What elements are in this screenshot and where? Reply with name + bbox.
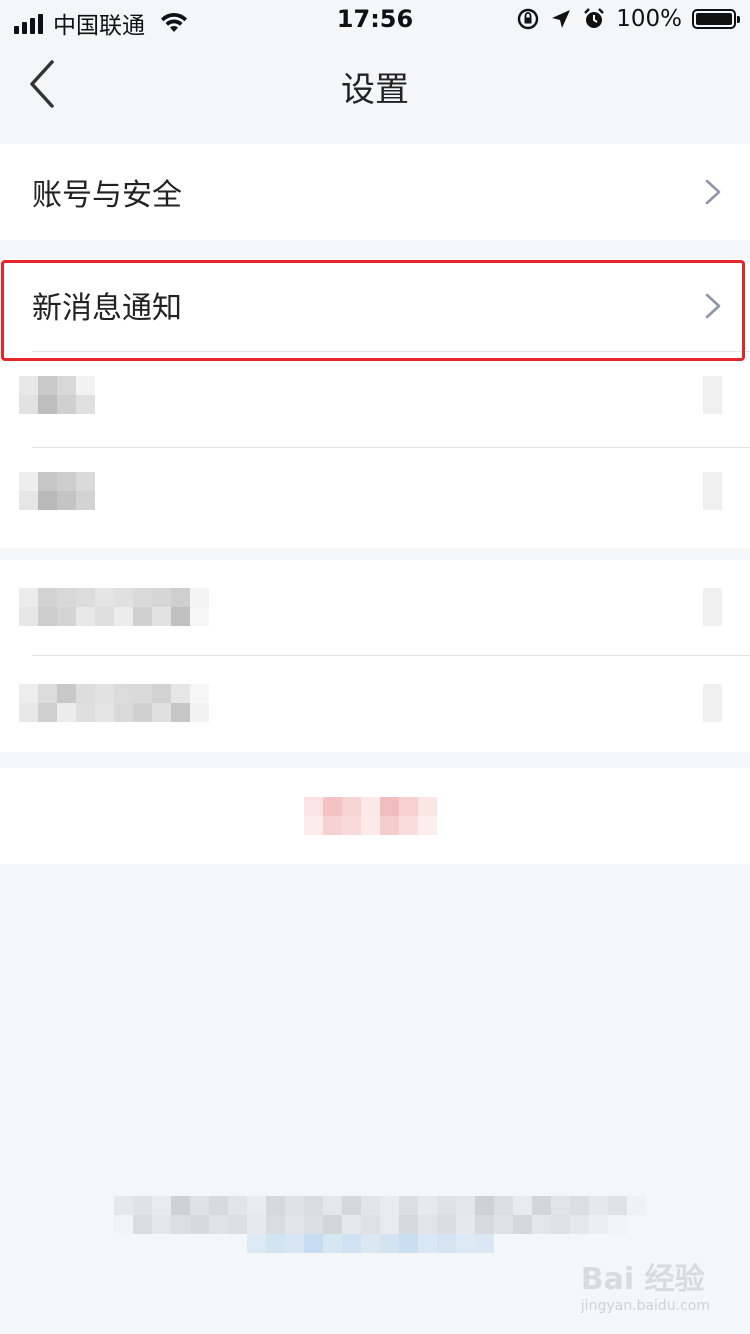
row-blurred[interactable]	[0, 448, 750, 544]
battery-icon	[692, 9, 740, 29]
watermark-url: jingyan.baidu.com	[580, 1298, 710, 1314]
row-blurred[interactable]	[0, 352, 750, 448]
row-new-message-notify[interactable]: 新消息通知	[0, 258, 750, 352]
chevron-right-icon	[705, 293, 721, 319]
status-bar: 中国联通 17:56 100%	[0, 0, 750, 40]
alarm-icon	[584, 8, 605, 28]
pixelated-label	[19, 588, 209, 626]
row-label-new-message-notify: 新消息通知	[32, 291, 182, 326]
page-title: 设置	[341, 70, 409, 110]
row-blurred[interactable]	[0, 560, 750, 656]
pixelated-chevron	[703, 684, 722, 722]
row-label-account-security: 账号与安全	[32, 178, 182, 213]
location-icon	[552, 10, 571, 28]
pixelated-label	[19, 376, 95, 414]
row-blurred[interactable]	[0, 656, 750, 752]
status-right: 100%	[516, 6, 740, 32]
pixelated-logout-label	[304, 797, 437, 835]
pixelated-chevron	[703, 376, 722, 414]
section-other	[0, 560, 750, 752]
section-account: 账号与安全	[0, 144, 750, 240]
rotation-lock-icon	[518, 8, 539, 30]
battery-percent: 100%	[616, 6, 682, 32]
pixelated-label	[19, 684, 209, 722]
nav-bar: 设置	[0, 40, 750, 128]
row-account-security[interactable]: 账号与安全	[0, 144, 750, 240]
pixelated-footer-text	[114, 1196, 646, 1253]
baidu-watermark: Bai 经验 jingyan.baidu.com	[581, 1254, 710, 1314]
pixelated-chevron	[703, 472, 722, 510]
pixelated-label	[19, 472, 95, 510]
chevron-right-icon	[705, 179, 721, 205]
watermark-brand: Bai 经验	[580, 1262, 705, 1297]
section-general: 新消息通知	[0, 258, 750, 548]
pixelated-chevron	[703, 588, 722, 626]
